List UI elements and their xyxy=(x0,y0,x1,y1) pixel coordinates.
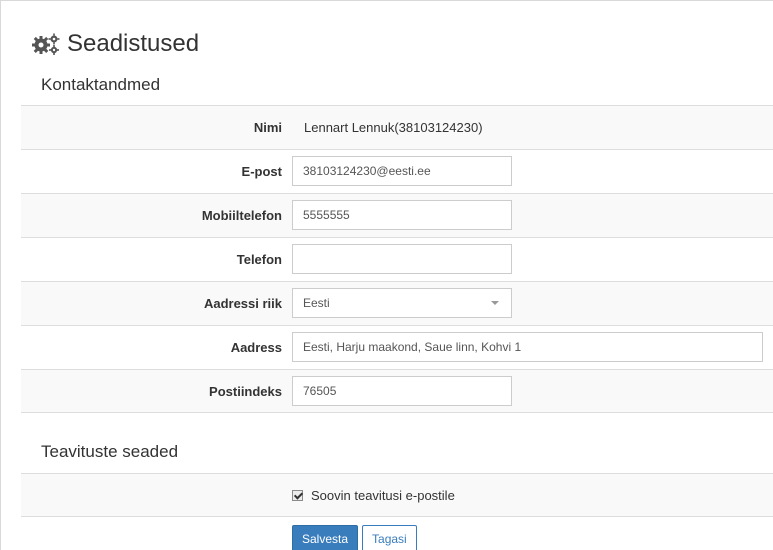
phone-field[interactable] xyxy=(292,244,512,274)
address-row: Aadress xyxy=(21,325,773,369)
email-row: E-post xyxy=(21,149,773,193)
country-label: Aadressi riik xyxy=(203,296,282,311)
phone-row: Telefon xyxy=(21,237,773,281)
email-notification-checkbox[interactable] xyxy=(292,490,303,501)
name-value: Lennart Lennuk(38103124230) xyxy=(304,120,483,135)
email-notification-row: Soovin teavitusi e-postile xyxy=(21,473,773,517)
back-button[interactable]: Tagasi xyxy=(362,525,417,550)
settings-page: Seadistused Kontaktandmed Nimi Lennart L… xyxy=(0,0,773,550)
notifications-form: Soovin teavitusi e-postile xyxy=(21,473,773,517)
gears-icon xyxy=(32,33,60,55)
save-button[interactable]: Salvesta xyxy=(292,525,359,550)
mobile-row: Mobiiltelefon xyxy=(21,193,773,237)
phone-label: Telefon xyxy=(236,252,282,267)
notifications-section-title: Teavituste seaded xyxy=(41,442,179,461)
country-row: Aadressi riik Eesti xyxy=(21,281,773,325)
form-actions: Salvesta Tagasi xyxy=(292,525,417,550)
name-label: Nimi xyxy=(253,120,282,135)
postal-label: Postiindeks xyxy=(209,384,282,399)
email-label: E-post xyxy=(241,164,282,179)
country-select[interactable]: Eesti xyxy=(292,288,512,318)
postal-row: Postiindeks xyxy=(21,369,773,413)
mobile-field[interactable] xyxy=(292,200,512,230)
contact-section-title: Kontaktandmed xyxy=(41,75,161,94)
mobile-label: Mobiiltelefon xyxy=(201,208,282,223)
contact-form: Nimi Lennart Lennuk(38103124230) E-post … xyxy=(21,105,773,413)
address-field[interactable] xyxy=(292,332,763,362)
email-notification-option[interactable]: Soovin teavitusi e-postile xyxy=(292,474,455,517)
page-header: Seadistused xyxy=(31,29,199,59)
country-selected-value: Eesti xyxy=(303,296,330,310)
name-row: Nimi Lennart Lennuk(38103124230) xyxy=(21,105,773,149)
email-notification-label: Soovin teavitusi e-postile xyxy=(311,488,455,503)
postal-field[interactable] xyxy=(292,376,512,406)
caret-down-icon xyxy=(491,301,499,305)
address-label: Aadress xyxy=(230,340,282,355)
email-field[interactable] xyxy=(292,156,512,186)
page-title: Seadistused xyxy=(67,30,200,57)
